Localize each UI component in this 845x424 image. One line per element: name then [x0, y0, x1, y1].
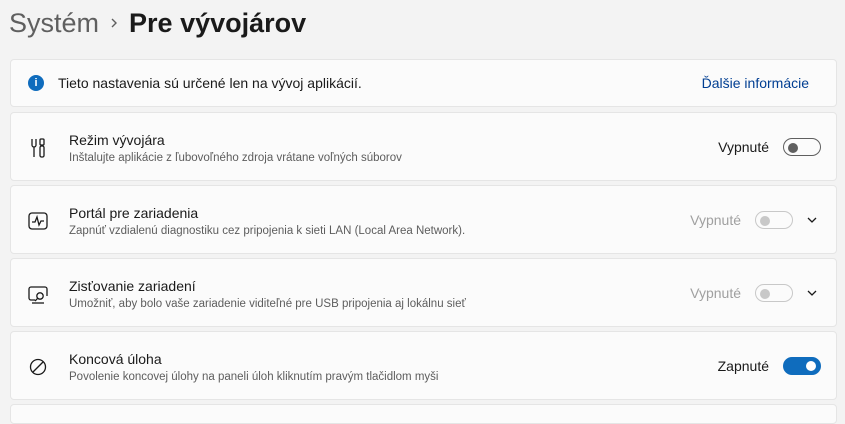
- setting-device-discovery[interactable]: Zisťovanie zariadení Umožniť, aby bolo v…: [10, 258, 837, 327]
- info-icon: i: [28, 75, 44, 91]
- pulse-monitor-icon: [28, 212, 48, 230]
- developer-mode-toggle[interactable]: [783, 138, 821, 156]
- setting-title: Zisťovanie zariadení: [69, 278, 196, 294]
- info-bar: i Tieto nastavenia sú určené len na vývo…: [10, 59, 837, 107]
- developer-tools-icon: [31, 138, 45, 158]
- setting-description: Povolenie koncovej úlohy na paneli úloh …: [69, 371, 439, 383]
- more-info-link[interactable]: Ďalšie informácie: [702, 75, 809, 91]
- setting-title: Koncová úloha: [69, 351, 162, 367]
- info-text: Tieto nastavenia sú určené len na vývoj …: [58, 75, 362, 91]
- setting-description: Inštalujte aplikácie z ľubovoľného zdroj…: [69, 152, 402, 164]
- setting-description: Umožniť, aby bolo vaše zariadenie vidite…: [69, 298, 466, 310]
- device-discovery-toggle[interactable]: [755, 284, 793, 302]
- breadcrumb-parent[interactable]: Systém: [9, 8, 99, 39]
- toggle-state-label: Vypnuté: [690, 212, 741, 228]
- setting-device-portal[interactable]: Portál pre zariadenia Zapnúť vzdialenú d…: [10, 185, 837, 254]
- toggle-state-label: Zapnuté: [717, 358, 769, 374]
- setting-title: Režim vývojára: [69, 132, 165, 148]
- page-title: Pre vývojárov: [129, 7, 307, 38]
- setting-description: Zapnúť vzdialenú diagnostiku cez pripoje…: [69, 225, 466, 237]
- chevron-down-icon[interactable]: [806, 214, 818, 226]
- chevron-right-icon: [99, 17, 129, 29]
- device-search-icon: [28, 286, 48, 304]
- toggle-state-label: Vypnuté: [690, 285, 741, 301]
- chevron-down-icon[interactable]: [806, 287, 818, 299]
- block-icon: [29, 358, 47, 376]
- setting-developer-mode: Režim vývojára Inštalujte aplikácie z ľu…: [10, 112, 837, 181]
- breadcrumb: Systém Pre vývojárov: [9, 0, 306, 46]
- toggle-state-label: Vypnuté: [718, 139, 769, 155]
- device-portal-toggle[interactable]: [755, 211, 793, 229]
- next-setting-card: [10, 404, 837, 424]
- setting-end-task: Koncová úloha Povolenie koncovej úlohy n…: [10, 331, 837, 400]
- setting-title: Portál pre zariadenia: [69, 205, 199, 221]
- end-task-toggle[interactable]: [783, 357, 821, 375]
